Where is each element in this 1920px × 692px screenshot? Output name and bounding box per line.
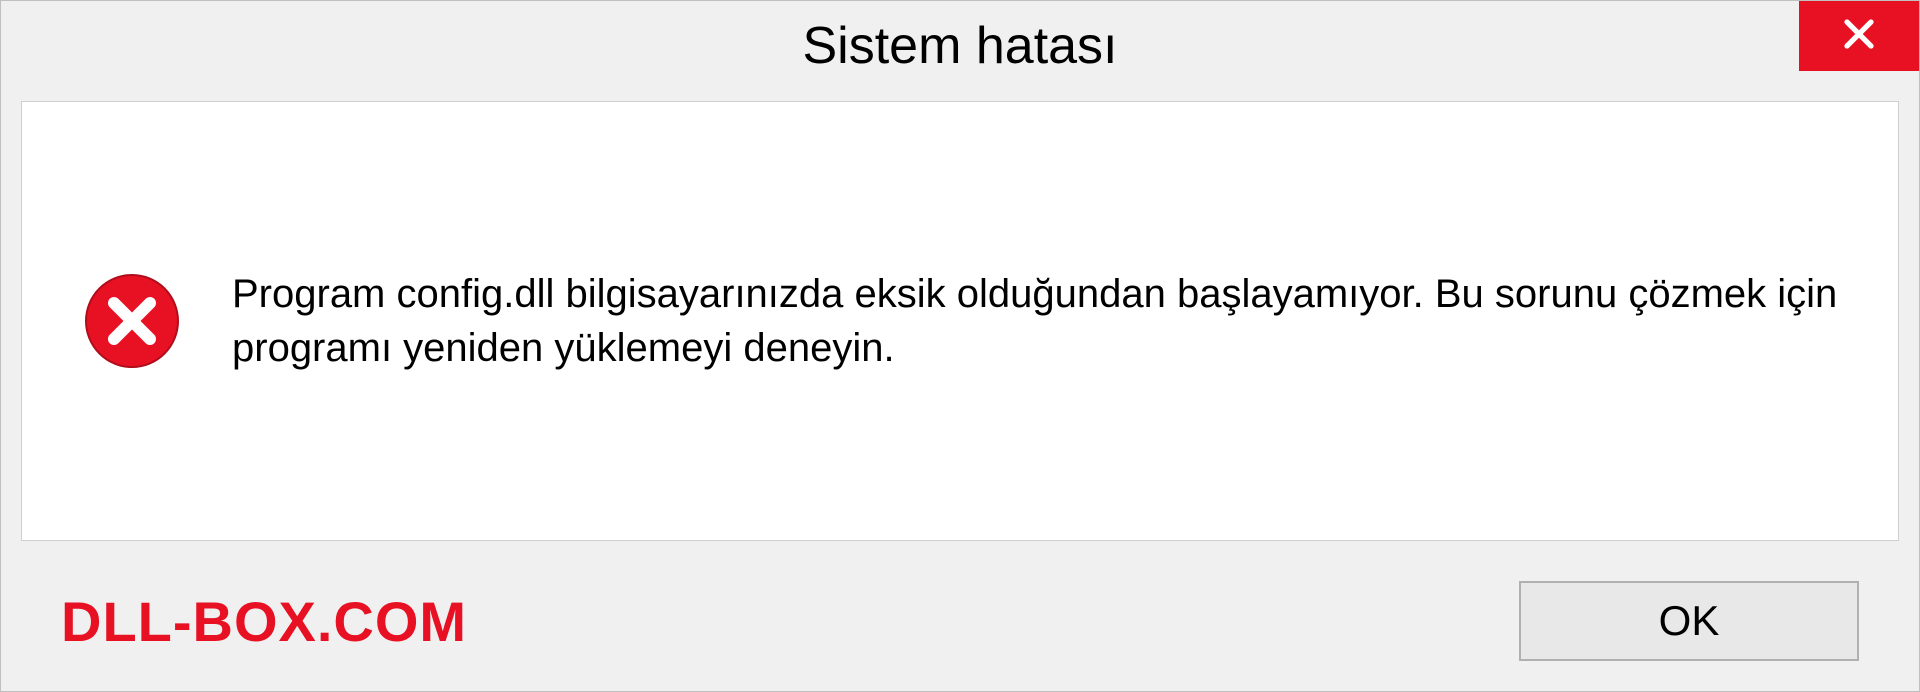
error-icon	[82, 271, 182, 371]
content-panel: Program config.dll bilgisayarınızda eksi…	[21, 101, 1899, 541]
footer: DLL-BOX.COM OK	[1, 561, 1919, 691]
close-icon	[1841, 16, 1877, 57]
watermark-text: DLL-BOX.COM	[61, 589, 467, 654]
ok-button[interactable]: OK	[1519, 581, 1859, 661]
titlebar: Sistem hatası	[1, 1, 1919, 91]
dialog-title: Sistem hatası	[802, 16, 1117, 76]
error-message: Program config.dll bilgisayarınızda eksi…	[232, 267, 1838, 375]
error-dialog: Sistem hatası Program config.dll bilgisa…	[0, 0, 1920, 692]
close-button[interactable]	[1799, 1, 1919, 71]
